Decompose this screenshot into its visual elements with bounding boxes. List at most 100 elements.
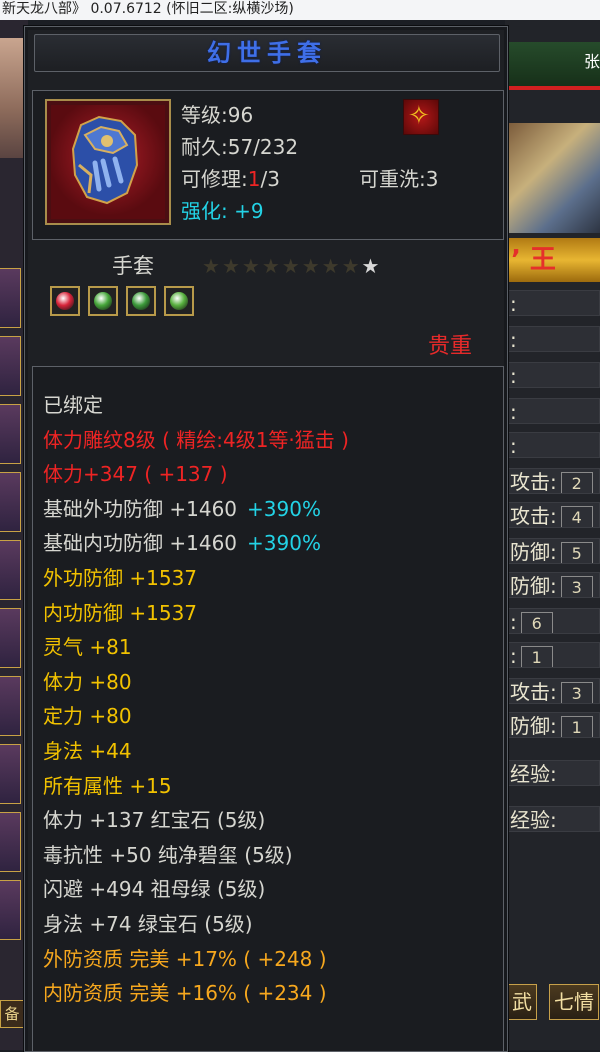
attribute-text: 闪避 +494 祖母绿 (5级) <box>43 877 266 902</box>
attribute-text: 体力 +137 红宝石 (5级) <box>43 808 266 833</box>
item-tooltip-body: 幻世手套 等级:96 耐久:57/232 可修理:1/3 可重洗:3 强化: +… <box>28 30 504 1052</box>
binding-badge-icon: ✧ <box>403 99 439 135</box>
attribute-line: 所有属性 +15 <box>43 770 172 799</box>
item-title-box: 幻世手套 <box>34 34 500 72</box>
star-icon: ★ <box>301 254 322 278</box>
star-icon: ★ <box>361 254 382 278</box>
skill-slot[interactable] <box>0 336 21 396</box>
stat-row-label: : <box>510 644 517 668</box>
character-name-bar: ’ 王 <box>505 238 600 282</box>
attribute-line: 外防资质 完美 +17% ( +248 ) <box>43 943 327 972</box>
stat-row: : <box>507 398 600 424</box>
attribute-text: 外功防御 +1537 <box>43 566 198 590</box>
skill-slot[interactable] <box>0 404 21 464</box>
item-type: 手套 <box>112 254 154 278</box>
equipment-button[interactable]: 备 <box>0 1000 24 1028</box>
attribute-line: 内防资质 完美 +16% ( +234 ) <box>43 977 327 1006</box>
item-reforge: 可重洗:3 <box>359 167 439 191</box>
star-icon: ★ <box>202 254 222 278</box>
character-name-fragment: ’ 王 <box>511 245 556 275</box>
stat-row-value: 3 <box>560 575 593 597</box>
stat-row-label: : <box>510 400 517 424</box>
stat-row-value: 6 <box>520 611 553 633</box>
tab-wu-label: 武 <box>512 990 532 1014</box>
tab-qiqing[interactable]: 七情 <box>549 984 599 1020</box>
attribute-bonus: +390% <box>247 531 321 556</box>
stat-row: 防御: 5 <box>507 538 600 564</box>
repair-label: 可修理: <box>181 167 248 191</box>
attribute-list: 已绑定 体力雕纹8级 ( 精绘:4级1等·猛击 ) 体力+347 ( +137 ) 基… <box>32 366 504 1052</box>
gem-icon <box>94 292 112 310</box>
stat-row-value: 3 <box>560 681 593 703</box>
stat-row-label: 攻击: <box>510 680 557 704</box>
character-scene <box>507 123 600 233</box>
stat-row-label: 经验: <box>510 808 557 832</box>
stat-row: 防御: 1 <box>507 712 600 738</box>
attribute-text: 内防资质 完美 +16% ( +234 ) <box>43 981 327 1006</box>
stat-row: : <box>507 326 600 352</box>
character-panel: 张 ’ 王 ::::: 攻击: 2 攻击: 4 防御: 5 防御: 3:6:1 攻击: 3 防御: 1 经… <box>505 20 600 1050</box>
attribute-text: 定力 +80 <box>43 704 132 729</box>
star-icon: ★ <box>281 254 302 278</box>
skill-slot[interactable] <box>0 676 21 736</box>
stat-row: 攻击: 3 <box>507 678 600 704</box>
stat-row-label: : <box>510 364 517 388</box>
attribute-line: 基础外功防御 +1460 +390% <box>43 493 321 522</box>
skill-slot[interactable] <box>0 268 21 328</box>
gem-slot-icon <box>164 286 194 316</box>
window-title-bar: 新天龙八部》 0.07.6712 (怀旧二区:纵横沙场) <box>0 0 600 20</box>
stat-row-label: : <box>510 434 517 458</box>
star-rating: ★★★★★★★★★ <box>202 254 381 278</box>
item-tooltip: 幻世手套 等级:96 耐久:57/232 可修理:1/3 可重洗:3 强化: +… <box>24 26 508 1052</box>
item-durability: 耐久:57/232 <box>181 135 299 159</box>
stat-row: 防御: 3 <box>507 572 600 598</box>
attribute-line: 灵气 +81 <box>43 631 132 660</box>
attribute-line: 身法 +44 <box>43 735 132 764</box>
skill-slot[interactable] <box>0 608 21 668</box>
star-icon: ★ <box>261 254 282 278</box>
stat-row: :1 <box>507 642 600 668</box>
tab-qiqing-label: 七情 <box>554 990 594 1014</box>
item-enhance: 强化: +9 <box>181 195 264 224</box>
player-portrait[interactable] <box>0 38 24 158</box>
stat-row-value: 2 <box>560 471 593 493</box>
attribute-line: 体力 +137 红宝石 (5级) <box>43 804 265 833</box>
repair-used: 1 <box>247 167 261 191</box>
attribute-line: 定力 +80 <box>43 700 132 729</box>
attribute-line: 体力雕纹8级 ( 精绘:4级1等·猛击 ) <box>43 424 349 453</box>
enhance-label: 强化: <box>181 199 228 223</box>
attribute-text: 所有属性 +15 <box>43 773 172 798</box>
attribute-text: 内功防御 +1537 <box>43 600 198 625</box>
attribute-text: 灵气 +81 <box>43 635 132 660</box>
stat-row: 经验: <box>507 806 600 832</box>
attribute-line: 内功防御 +1537 <box>43 597 197 626</box>
stat-row-label: 防御: <box>510 540 557 564</box>
attribute-text: 体力 +80 <box>43 669 132 694</box>
gauntlet-graphic <box>71 115 139 205</box>
item-icon <box>45 99 171 225</box>
item-name: 幻世手套 <box>207 39 327 67</box>
stat-row-value: 4 <box>560 505 593 527</box>
gem-icon <box>132 292 150 310</box>
stat-row-label: : <box>510 292 517 316</box>
skill-slot[interactable] <box>0 540 21 600</box>
attribute-line: 体力 +80 <box>43 666 132 695</box>
gem-slot-icon <box>50 286 80 316</box>
skill-slot[interactable] <box>0 472 21 532</box>
attribute-text: 身法 +74 绿宝石 (5级) <box>43 912 253 936</box>
skill-slot[interactable] <box>0 812 21 872</box>
tab-wu[interactable]: 武 <box>507 984 537 1020</box>
attribute-line: 身法 +74 绿宝石 (5级) <box>43 908 253 937</box>
attribute-text: 身法 +44 <box>43 739 132 763</box>
attribute-text: 体力雕纹8级 ( 精绘:4级1等·猛击 ) <box>43 427 349 452</box>
skill-slot[interactable] <box>0 880 21 940</box>
stat-row: 经验: <box>507 760 600 786</box>
gauntlet-icon <box>51 105 165 219</box>
stat-row-value: 1 <box>520 645 553 667</box>
attribute-text: 毒抗性 +50 纯净碧玺 (5级) <box>43 842 293 867</box>
star-icon: ★ <box>341 254 362 278</box>
skill-slot[interactable] <box>0 744 21 804</box>
attribute-text: 已绑定 <box>43 393 103 417</box>
flame-icon: ✧ <box>408 101 430 131</box>
stat-row: : <box>507 290 600 316</box>
